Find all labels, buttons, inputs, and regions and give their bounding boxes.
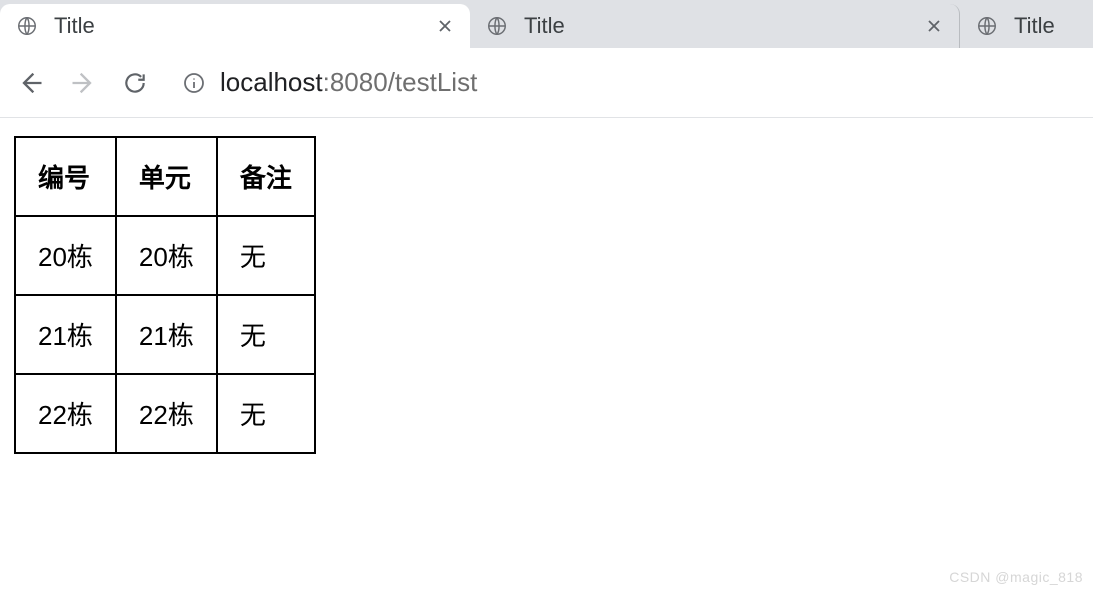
globe-icon: [486, 15, 508, 37]
tab-close-button[interactable]: [436, 17, 454, 35]
tab-title: Title: [54, 13, 424, 39]
url-path: /testList: [388, 67, 478, 97]
table-row: 22栋 22栋 无: [15, 374, 315, 453]
url-text: localhost:8080/testList: [220, 67, 477, 98]
url-port: :8080: [323, 67, 388, 97]
reload-button[interactable]: [120, 68, 150, 98]
globe-icon: [976, 15, 998, 37]
tab-title: Title: [1014, 13, 1077, 39]
table-cell: 21栋: [116, 295, 217, 374]
url-host: localhost: [220, 67, 323, 97]
table-row: 20栋 20栋 无: [15, 216, 315, 295]
table-cell: 无: [217, 374, 315, 453]
table-cell: 无: [217, 216, 315, 295]
table-header-cell: 单元: [116, 137, 217, 216]
browser-tab-inactive[interactable]: Title: [960, 4, 1093, 48]
globe-icon: [16, 15, 38, 37]
table-header-cell: 备注: [217, 137, 315, 216]
table-cell: 20栋: [116, 216, 217, 295]
browser-tab-inactive[interactable]: Title: [470, 4, 960, 48]
table-cell: 无: [217, 295, 315, 374]
browser-toolbar: localhost:8080/testList: [0, 48, 1093, 118]
browser-tab-active[interactable]: Title: [0, 4, 470, 48]
table-row: 21栋 21栋 无: [15, 295, 315, 374]
browser-tab-strip: Title Title: [0, 0, 1093, 48]
table-cell: 20栋: [15, 216, 116, 295]
table-cell: 21栋: [15, 295, 116, 374]
table-cell: 22栋: [116, 374, 217, 453]
watermark-text: CSDN @magic_818: [949, 569, 1083, 585]
table-header-row: 编号 单元 备注: [15, 137, 315, 216]
table-cell: 22栋: [15, 374, 116, 453]
address-bar[interactable]: localhost:8080/testList: [172, 67, 1077, 98]
site-info-icon[interactable]: [182, 71, 206, 95]
page-content: 编号 单元 备注 20栋 20栋 无 21栋 21栋 无 22栋 22栋 无: [0, 118, 1093, 472]
back-button[interactable]: [16, 68, 46, 98]
tab-close-button[interactable]: [925, 17, 943, 35]
data-table: 编号 单元 备注 20栋 20栋 无 21栋 21栋 无 22栋 22栋 无: [14, 136, 316, 454]
tab-title: Title: [524, 13, 913, 39]
forward-button[interactable]: [68, 68, 98, 98]
table-header-cell: 编号: [15, 137, 116, 216]
